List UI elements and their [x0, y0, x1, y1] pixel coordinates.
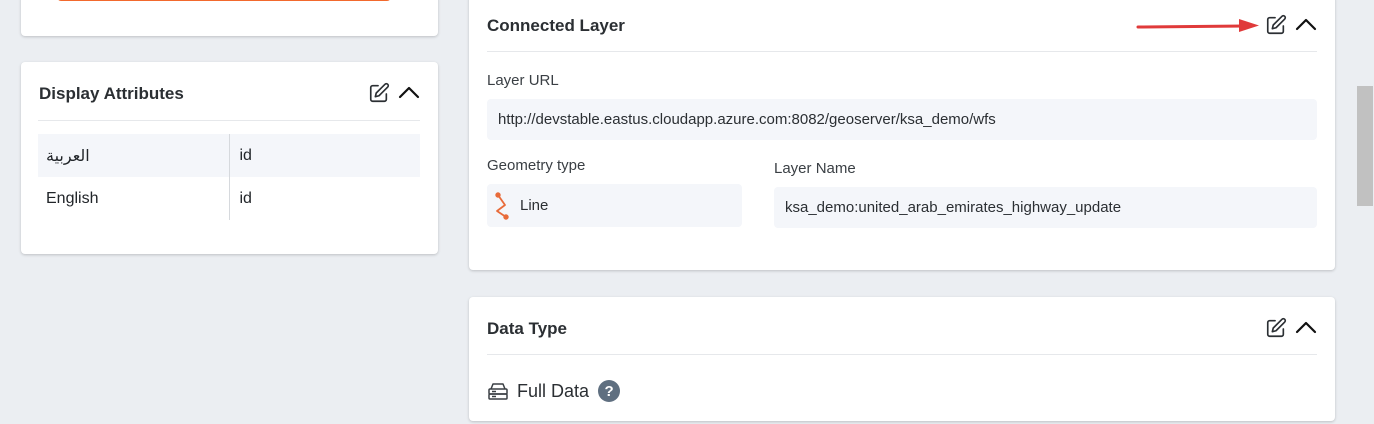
data-type-card: Data Type Full Data ?: [469, 297, 1335, 421]
table-row: English id: [38, 177, 420, 220]
scrollbar-thumb[interactable]: [1357, 86, 1373, 206]
connected-layer-card: Connected Layer Layer URL http://devstab…: [469, 0, 1335, 270]
chevron-up-icon[interactable]: [1294, 12, 1318, 36]
edit-icon[interactable]: [367, 81, 391, 105]
display-attributes-card: Display Attributes العربية id English id: [21, 62, 438, 254]
display-attributes-table: العربية id English id: [38, 134, 420, 220]
edit-icon[interactable]: [1264, 316, 1288, 340]
full-data-row: Full Data ?: [487, 379, 621, 403]
layer-name-field[interactable]: ksa_demo:united_arab_emirates_highway_up…: [774, 187, 1317, 228]
attribute-value: id: [239, 189, 252, 207]
geometry-type-label: Geometry type: [487, 157, 586, 174]
database-icon: [487, 381, 509, 401]
header-divider: [487, 354, 1317, 355]
header-divider: [487, 51, 1317, 52]
data-type-title: Data Type: [487, 319, 567, 338]
header-divider: [38, 120, 420, 121]
edit-icon[interactable]: [1264, 13, 1288, 37]
chevron-up-icon[interactable]: [1294, 315, 1318, 339]
table-row: العربية id: [38, 134, 420, 177]
orange-action-button[interactable]: [57, 0, 391, 1]
chevron-up-icon[interactable]: [397, 80, 421, 104]
layer-url-field[interactable]: http://devstable.eastus.cloudapp.azure.c…: [487, 99, 1317, 140]
data-type-value: Full Data: [517, 380, 590, 401]
annotation-arrow-icon: [1136, 19, 1259, 32]
geometry-type-field[interactable]: Line: [487, 184, 742, 227]
connected-layer-title: Connected Layer: [487, 16, 625, 35]
attribute-value: id: [229, 134, 420, 177]
geometry-type-value: Line: [520, 197, 549, 214]
help-icon[interactable]: ?: [598, 380, 621, 402]
layer-name-label: Layer Name: [774, 160, 856, 177]
attribute-language: العربية: [38, 134, 230, 177]
display-attributes-title: Display Attributes: [39, 84, 184, 103]
top-left-card: [21, 0, 438, 36]
attribute-language: English: [38, 177, 230, 220]
layer-url-label: Layer URL: [487, 72, 559, 89]
line-geometry-icon: [491, 191, 513, 220]
